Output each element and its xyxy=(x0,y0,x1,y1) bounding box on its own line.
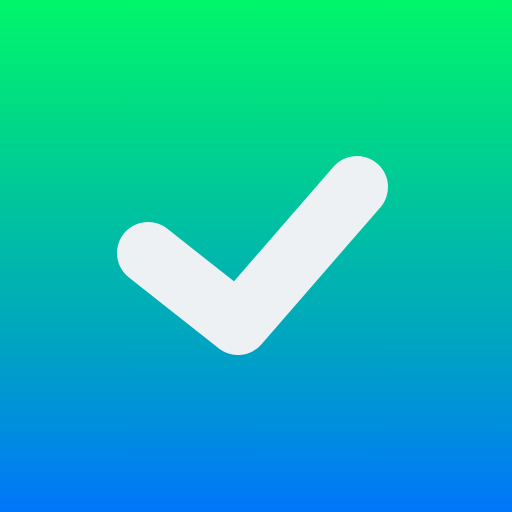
check-icon xyxy=(117,156,388,355)
app-icon-background xyxy=(0,0,512,512)
